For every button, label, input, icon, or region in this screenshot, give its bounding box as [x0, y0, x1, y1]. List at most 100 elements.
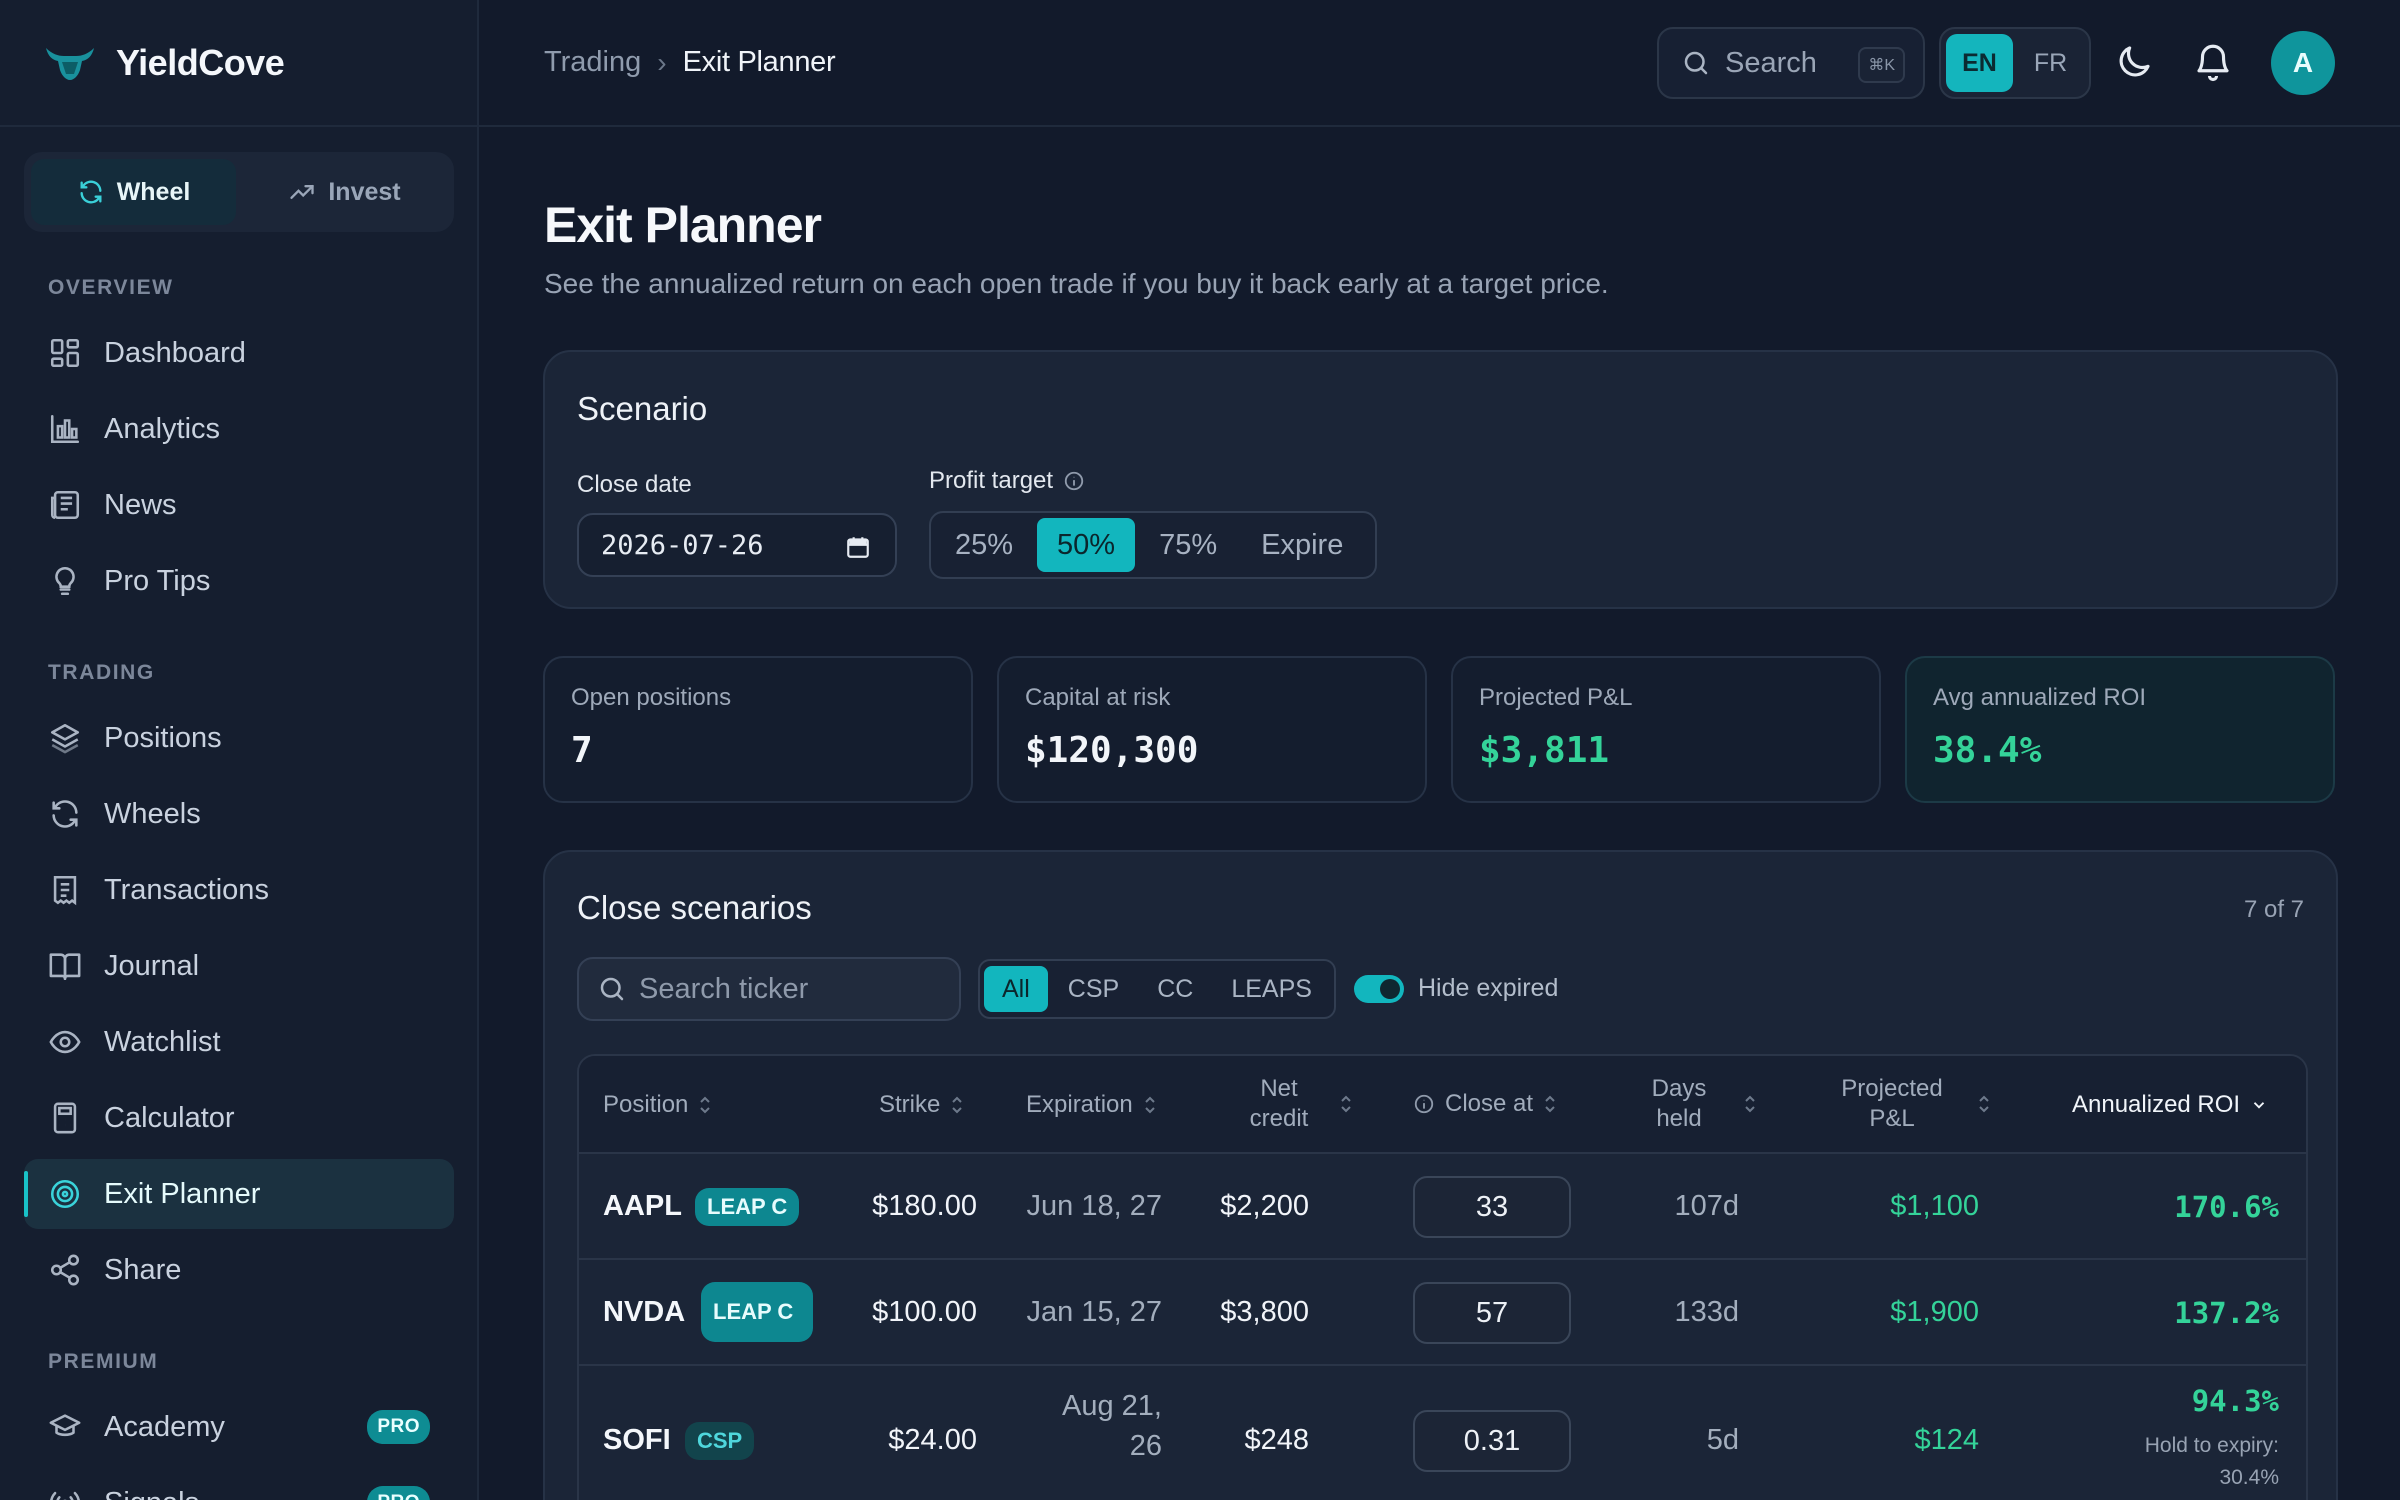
- column-header-strike[interactable]: Strike: [879, 1090, 964, 1120]
- nav-section-trading: TRADING: [48, 661, 155, 684]
- global-search-button[interactable]: Search ⌘K: [1657, 27, 1925, 99]
- sidebar-item-calculator[interactable]: Calculator: [24, 1083, 454, 1153]
- sidebar-item-label: Calculator: [104, 1101, 235, 1134]
- book-icon: [49, 953, 81, 981]
- bar-chart-icon: [50, 414, 80, 444]
- sort-icon: [1745, 1095, 1755, 1113]
- top-header: Trading › Exit Planner Search ⌘K EN FR A: [479, 0, 2400, 127]
- column-label: Position: [603, 1091, 689, 1118]
- sidebar-item-transactions[interactable]: Transactions: [24, 855, 454, 925]
- table-row[interactable]: NVDA LEAP C $100.00 Jan 15, 27 $3,800 57…: [579, 1260, 2306, 1366]
- sidebar-item-label: Analytics: [104, 412, 221, 445]
- row-annualized-roi: 137.2%: [2174, 1296, 2279, 1330]
- row-annualized-roi: 94.3%: [2191, 1384, 2279, 1418]
- row-expiration: Aug 21, 26: [1062, 1390, 1162, 1462]
- stat-label: Avg annualized ROI: [1933, 684, 2147, 711]
- mode-invest-button[interactable]: Invest: [242, 159, 447, 225]
- scenario-title: Scenario: [577, 390, 708, 427]
- row-strike: $100.00: [872, 1296, 977, 1328]
- column-header-position[interactable]: Position: [603, 1090, 712, 1120]
- profit-target-label-wrap: Profit target: [929, 467, 1085, 495]
- scenarios-table: Position Strike Expiration Net credit Cl…: [577, 1054, 2308, 1500]
- close-date-input[interactable]: 2026-07-26: [577, 513, 897, 577]
- refresh-icon: [52, 800, 78, 828]
- sidebar-item-watchlist[interactable]: Watchlist: [24, 1007, 454, 1077]
- row-days-held: 107d: [1674, 1190, 1739, 1222]
- sidebar-item-pro-tips[interactable]: Pro Tips: [24, 546, 454, 616]
- column-header-close-at[interactable]: Close at: [1413, 1089, 1557, 1119]
- close-at-input[interactable]: 33: [1413, 1176, 1571, 1238]
- close-at-input[interactable]: 57: [1413, 1282, 1571, 1344]
- sidebar-item-journal[interactable]: Journal: [24, 931, 454, 1001]
- language-en-button[interactable]: EN: [1946, 34, 2013, 92]
- table-row[interactable]: AAPL LEAP C $180.00 Jun 18, 27 $2,200 33…: [579, 1154, 2306, 1260]
- filter-csp-button[interactable]: CSP: [1050, 966, 1137, 1012]
- close-at-input[interactable]: 0.31: [1413, 1410, 1571, 1472]
- row-projected-pl: $124: [1914, 1424, 1979, 1456]
- moon-icon[interactable]: [2113, 41, 2155, 83]
- keyboard-shortcut: ⌘K: [1858, 47, 1905, 83]
- stat-open-positions: Open positions 7: [543, 656, 973, 803]
- position-type-badge: LEAP C: [701, 1282, 813, 1342]
- info-icon[interactable]: [1063, 470, 1085, 492]
- stat-value: 7: [571, 730, 593, 771]
- sidebar-item-label: Watchlist: [104, 1025, 221, 1058]
- language-fr-button[interactable]: FR: [2017, 34, 2084, 92]
- mode-wheel-button[interactable]: Wheel: [31, 159, 236, 225]
- filter-cc-button[interactable]: CC: [1139, 966, 1211, 1012]
- profit-target-25-button[interactable]: 25%: [935, 518, 1033, 572]
- sidebar-item-news[interactable]: News: [24, 470, 454, 540]
- sidebar-item-dashboard[interactable]: Dashboard: [24, 318, 454, 388]
- sidebar-item-label: Share: [104, 1253, 182, 1286]
- sidebar-item-exit-planner[interactable]: Exit Planner: [24, 1159, 454, 1229]
- hide-expired-toggle[interactable]: [1354, 975, 1404, 1003]
- brand[interactable]: YieldCove: [0, 0, 477, 127]
- mode-switch: Wheel Invest: [24, 152, 454, 232]
- stat-value: $3,811: [1479, 730, 1610, 771]
- stat-label: Capital at risk: [1025, 684, 1171, 711]
- refresh-icon: [80, 180, 102, 204]
- sidebar-item-wheels[interactable]: Wheels: [24, 779, 454, 849]
- profit-target-50-button[interactable]: 50%: [1037, 518, 1136, 572]
- filter-all-button[interactable]: All: [984, 966, 1048, 1012]
- bell-icon[interactable]: [2192, 41, 2234, 83]
- column-label: Strike: [879, 1091, 941, 1118]
- sidebar-item-label: Pro Tips: [104, 564, 211, 597]
- column-header-days-held[interactable]: Days held: [1649, 1074, 1757, 1134]
- sidebar-item-academy[interactable]: Academy PRO: [24, 1392, 454, 1462]
- table-header: Position Strike Expiration Net credit Cl…: [579, 1056, 2306, 1154]
- sidebar-item-label: Dashboard: [104, 336, 246, 369]
- pro-badge: PRO: [367, 1486, 430, 1500]
- column-header-expiration[interactable]: Expiration: [1026, 1090, 1157, 1120]
- sort-icon: [1145, 1096, 1155, 1114]
- sidebar-item-share[interactable]: Share: [24, 1235, 454, 1305]
- row-ticker: NVDA: [603, 1296, 686, 1328]
- row-net-credit: $248: [1244, 1424, 1309, 1456]
- ticker-search-input[interactable]: Search ticker: [577, 957, 961, 1021]
- share-icon: [50, 1254, 80, 1286]
- eye-icon: [49, 1030, 81, 1054]
- sidebar-item-label: Academy: [104, 1410, 225, 1443]
- column-header-annualized-roi[interactable]: Annualized ROI: [2072, 1090, 2268, 1120]
- sidebar-item-analytics[interactable]: Analytics: [24, 394, 454, 464]
- sort-icon: [1341, 1095, 1351, 1113]
- close-scenarios-title: Close scenarios: [577, 889, 812, 926]
- filter-leaps-button[interactable]: LEAPS: [1213, 966, 1330, 1012]
- column-header-projected-pl[interactable]: Projected P&L: [1837, 1074, 1991, 1134]
- sidebar-item-label: Signals: [104, 1487, 199, 1500]
- profit-target-75-button[interactable]: 75%: [1139, 518, 1237, 572]
- calendar-icon[interactable]: [845, 534, 871, 560]
- sidebar-item-signals[interactable]: Signals PRO: [24, 1468, 454, 1500]
- sidebar-item-label: Positions: [104, 721, 222, 754]
- table-row[interactable]: SOFI CSP $24.00 Aug 21, 26 $248 0.31 5d …: [579, 1366, 2306, 1500]
- profit-target-expire-button[interactable]: Expire: [1241, 518, 1363, 572]
- sidebar-item-label: Exit Planner: [104, 1177, 261, 1210]
- row-ticker: SOFI: [603, 1424, 671, 1456]
- user-avatar[interactable]: A: [2271, 31, 2335, 95]
- receipt-icon: [53, 875, 77, 906]
- breadcrumb-trading[interactable]: Trading: [544, 46, 641, 79]
- sidebar-item-label: Transactions: [104, 873, 269, 906]
- column-header-net-credit[interactable]: Net credit: [1243, 1074, 1353, 1134]
- sidebar-item-positions[interactable]: Positions: [24, 703, 454, 773]
- stat-value: 38.4%: [1933, 730, 2042, 771]
